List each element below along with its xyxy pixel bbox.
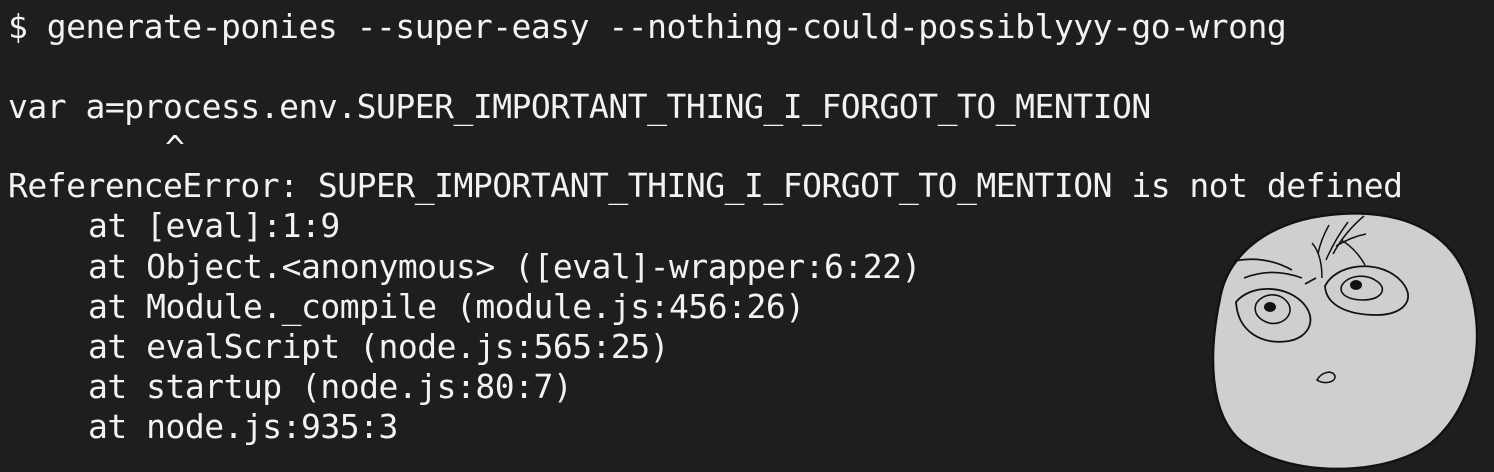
- stack-frame: at [eval]:1:9: [88, 206, 340, 245]
- stack-frame: at evalScript (node.js:565:25): [88, 327, 670, 366]
- skeptical-meme-face-icon: [1212, 212, 1478, 470]
- error-message: ReferenceError: SUPER_IMPORTANT_THING_I_…: [8, 166, 1403, 205]
- stack-frame: at Object.<anonymous> ([eval]-wrapper:6:…: [88, 247, 921, 286]
- stack-frame: at startup (node.js:80:7): [88, 367, 573, 406]
- terminal-window: $ generate-ponies --super-easy --nothing…: [0, 0, 1494, 472]
- stack-frame: at Module._compile (module.js:456:26): [88, 287, 805, 326]
- stack-frame: at node.js:935:3: [88, 407, 398, 446]
- error-caret: ^: [165, 128, 185, 167]
- code-line: var a=process.env.SUPER_IMPORTANT_THING_…: [8, 87, 1151, 126]
- command-line: $ generate-ponies --super-easy --nothing…: [8, 7, 1287, 46]
